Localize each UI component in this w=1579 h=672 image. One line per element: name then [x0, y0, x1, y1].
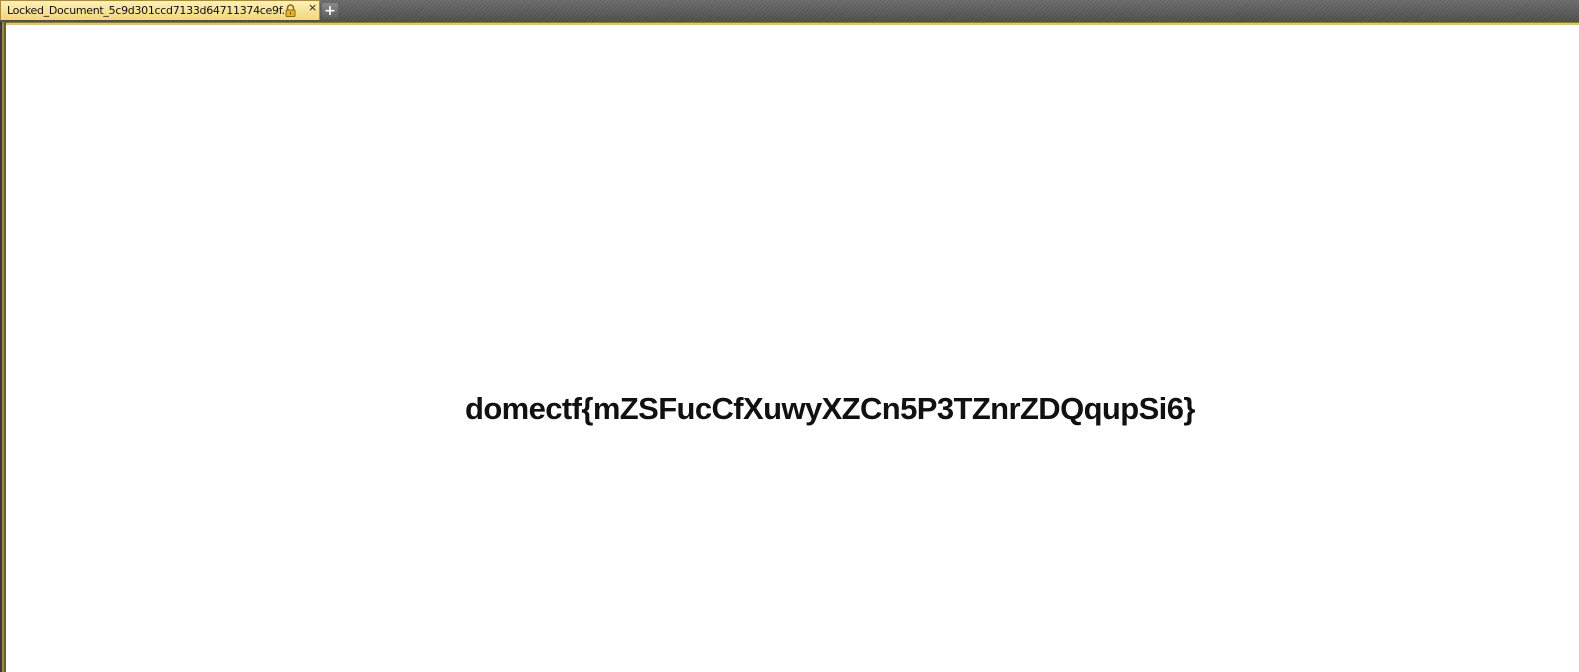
document-page[interactable] — [6, 25, 1579, 672]
tab-title: Locked_Document_5c9d301ccd7133d64711374c… — [7, 4, 288, 17]
close-tab-icon[interactable]: × — [308, 2, 317, 13]
document-tab[interactable]: Locked_Document_5c9d301ccd7133d64711374c… — [0, 0, 320, 20]
tab-bar: Locked_Document_5c9d301ccd7133d64711374c… — [0, 0, 1579, 22]
new-tab-button[interactable]: + — [322, 3, 338, 19]
document-text: domectf{mZSFucCfXuwyXZCn5P3TZnrZDQqupSi6… — [465, 391, 1195, 426]
lock-icon — [284, 4, 297, 17]
